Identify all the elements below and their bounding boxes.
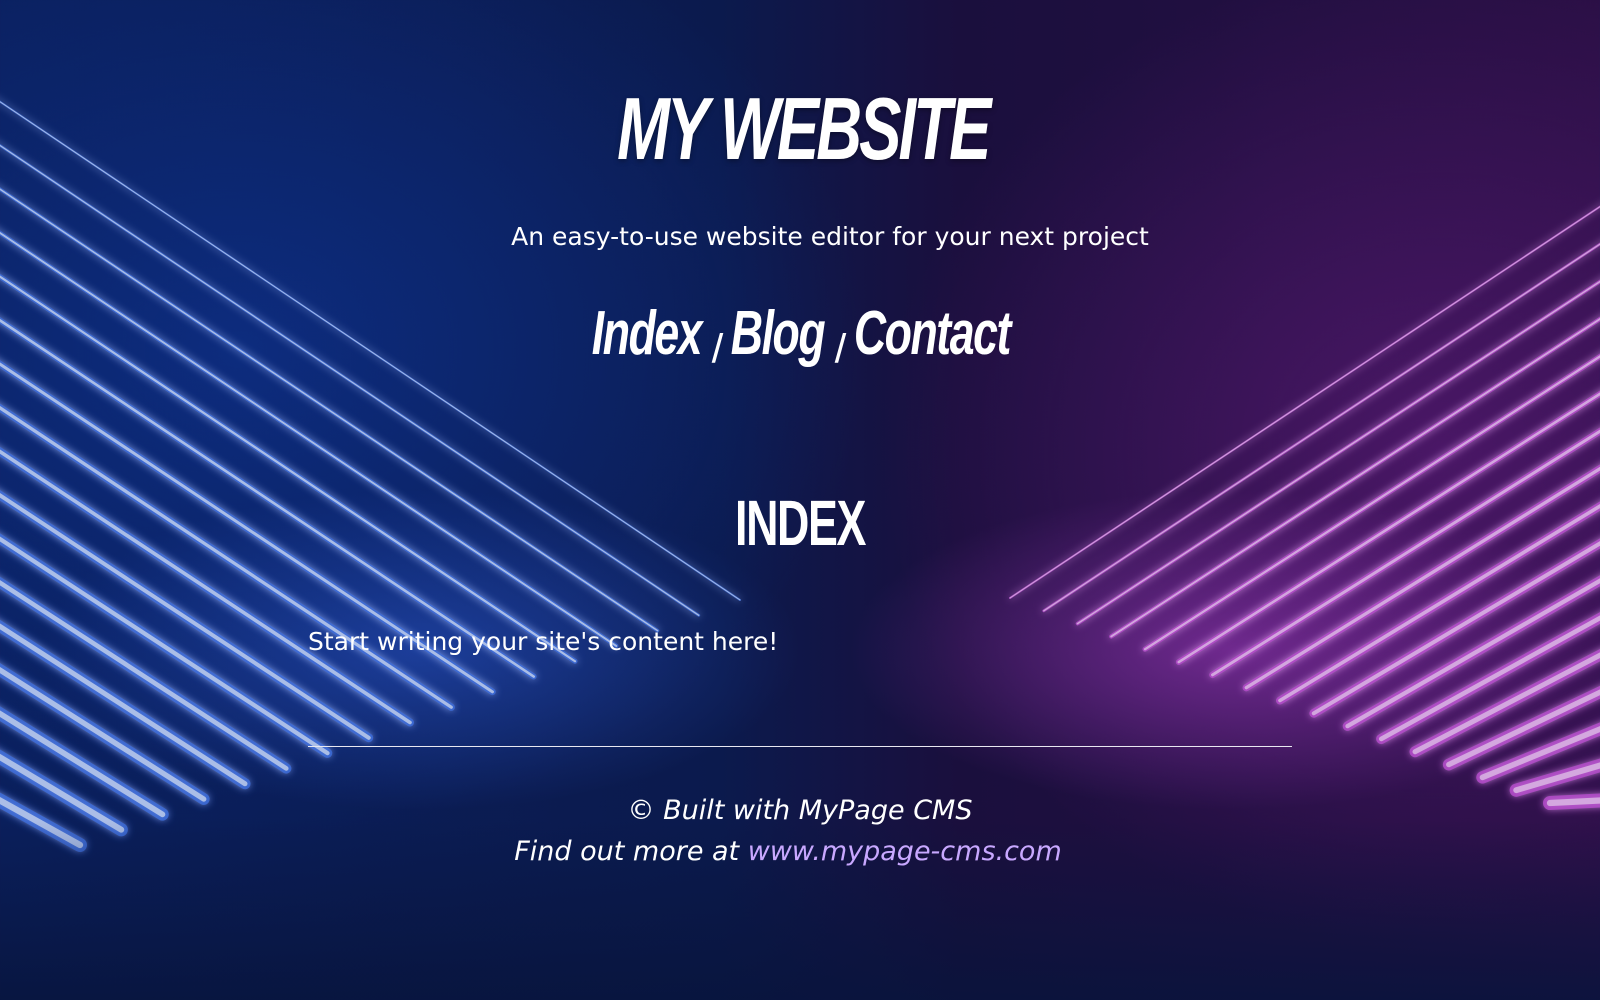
- footer-divider: [308, 746, 1292, 747]
- footer-cms-link[interactable]: www.mypage-cms.com: [748, 836, 1062, 867]
- footer: © Built with MyPage CMS Find out more at…: [0, 790, 1600, 872]
- nav-separator: /: [712, 327, 721, 371]
- footer-find-out-more: Find out more at www.mypage-cms.com: [0, 831, 1588, 872]
- main-nav: Index / Blog / Contact: [225, 298, 1377, 371]
- footer-prefix: Find out more at: [514, 836, 748, 867]
- page-content: MY WEBSITE An easy-to-use website editor…: [0, 0, 1600, 1000]
- body-text: Start writing your site's content here!: [308, 627, 779, 656]
- nav-link-blog[interactable]: Blog: [731, 299, 826, 368]
- nav-link-contact[interactable]: Contact: [854, 299, 1012, 368]
- site-title: MY WEBSITE: [617, 79, 991, 178]
- nav-link-index[interactable]: Index: [592, 299, 703, 368]
- page-heading: INDEX: [735, 487, 866, 559]
- site-tagline: An easy-to-use website editor for your n…: [511, 222, 1149, 251]
- footer-copyright: © Built with MyPage CMS: [627, 795, 973, 826]
- nav-separator: /: [835, 327, 844, 371]
